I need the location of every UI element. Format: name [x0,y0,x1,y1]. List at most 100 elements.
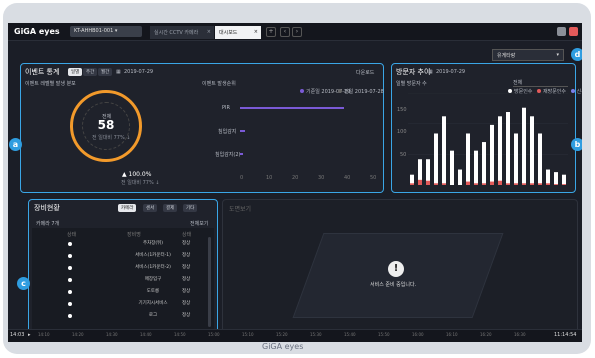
close-icon[interactable]: × [254,29,258,35]
equipment-tab-camera[interactable]: 카메라 [118,204,137,212]
table-row[interactable]: 로그 정상 [34,311,214,321]
period-weekly-button[interactable]: 주간 [83,68,98,76]
calendar-icon[interactable]: ▦ [428,69,433,75]
revisit-bar[interactable] [426,180,430,185]
status-dot [68,266,72,270]
rank-bar[interactable] [240,130,246,132]
camera-count: 카메라 7개 [36,221,60,227]
timeline-tick: 16:10 [446,332,458,337]
device-select[interactable]: KT-AHHB01-001 ▾ [70,26,142,37]
revisit-bar[interactable] [434,183,438,185]
tab-live-cctv[interactable]: 실시간 CCTV 카메라 × [150,26,214,39]
legend-prev-label: 전일 2019-07-28 [344,89,384,95]
visit-bar[interactable] [506,112,510,185]
visit-bar[interactable] [490,124,494,185]
table-row[interactable]: 기기지시서비스 정상 [34,299,214,309]
timeline-tick: 14:30 [106,332,118,337]
table-row[interactable]: 도토릉 정상 [34,287,214,297]
timeline-tick: 15:10 [242,332,254,337]
revisit-bar[interactable] [562,184,566,185]
visit-bar[interactable] [458,169,462,185]
user-icon[interactable] [569,27,578,36]
equipment-name: 서비스(1카운터-2) [135,265,171,270]
alert-icon: ! [388,261,404,277]
period-monthly-button[interactable]: 월간 [98,68,113,76]
chevron-left-icon[interactable]: ‹ [280,27,290,37]
period-daily-button[interactable]: 일별 [68,68,83,76]
visit-bar[interactable] [434,133,438,185]
close-icon[interactable]: × [207,29,211,35]
visitor-panel-title: 방문자 추이 [396,68,431,76]
table-scrollbar[interactable] [208,237,211,327]
visit-bar[interactable] [450,150,454,185]
visitor-filter-select[interactable]: 전체 [513,79,568,87]
visit-bar[interactable] [554,172,558,185]
revisit-bar[interactable] [474,183,478,185]
equipment-tab-payment[interactable]: 결제 [163,204,178,212]
visit-bar[interactable] [546,169,550,185]
visit-bar[interactable] [530,116,534,185]
equipment-status: 정상 [182,265,191,270]
top-bar: GiGA eyes KT-AHHB01-001 ▾ 실시간 CCTV 카메라 × … [8,23,582,41]
revisit-bar[interactable] [418,179,422,185]
tab-label: 실시간 CCTV 카메라 [154,30,199,36]
total-sub: 전 일대비 77% ↓ [92,135,131,141]
visit-bar[interactable] [538,133,542,185]
rank-x-tick: 40 [344,175,351,181]
visit-bar[interactable] [442,116,446,185]
visit-bar[interactable] [498,116,502,185]
visit-bar[interactable] [466,133,470,185]
visitor-date: 2019-07-29 [436,69,466,75]
rank-x-tick: 10 [266,175,273,181]
chevron-right-icon[interactable]: › [292,27,302,37]
legend-dot [338,89,342,93]
revisit-bar[interactable] [466,181,470,185]
play-icon[interactable]: ▸ [28,332,31,338]
store-select[interactable]: 유게타랑 ▾ [492,49,564,61]
timeline-start: 14:03 [10,332,25,338]
revisit-bar[interactable] [498,180,502,185]
revisit-bar[interactable] [482,183,486,185]
revisit-bar[interactable] [442,183,446,185]
table-row[interactable]: 매장입구 정상 [34,275,214,285]
revisit-bar[interactable] [538,183,542,185]
revisit-bar[interactable] [554,184,558,185]
revisit-bar[interactable] [530,183,534,185]
status-dot [68,302,72,306]
revisit-bar[interactable] [546,183,550,185]
visit-bar[interactable] [562,174,566,185]
total-value: 58 [97,118,115,132]
table-row[interactable]: 서비스(1카운터-2) 정상 [34,263,214,273]
visit-bar[interactable] [474,150,478,185]
revisit-bar[interactable] [410,183,414,185]
visit-bar[interactable] [522,107,526,185]
revisit-bar[interactable] [514,183,518,185]
equipment-tab-etc[interactable]: 기타 [183,204,198,212]
tab-dashboard[interactable]: 대시보드 × [215,26,261,39]
table-row[interactable]: 서비스(1카운터-1) 정상 [34,251,214,261]
status-dot [68,314,72,318]
rank-bar[interactable] [240,107,344,109]
legend-dot [300,89,304,93]
download-link[interactable]: 다운로드 [356,69,374,76]
equipment-name: 주차장(뒤) [142,241,164,246]
calendar-icon[interactable]: ▦ [116,69,121,75]
status-dot [68,254,72,258]
rank-bar[interactable] [240,153,243,155]
add-tab-button[interactable]: + [266,27,276,37]
equipment-status: 정상 [182,301,191,306]
column-header: 장비명 [127,232,141,238]
timeline-tick: 16:20 [480,332,492,337]
visit-bar[interactable] [514,133,518,185]
visit-bar[interactable] [482,142,486,185]
app-screen: GiGA eyes KT-AHHB01-001 ▾ 실시간 CCTV 카메라 × … [8,23,582,342]
settings-icon[interactable] [557,27,566,36]
timeline-bar[interactable] [8,329,582,342]
revisit-bar[interactable] [522,183,526,185]
revisit-bar[interactable] [506,183,510,185]
revisit-bar[interactable] [490,181,494,185]
view-all-link[interactable]: 전체보기 [190,220,208,227]
equipment-status: 정상 [182,289,191,294]
table-row[interactable]: 주차장(뒤) 정상 [34,239,214,249]
equipment-tab-sensor[interactable]: 센서 [143,204,158,212]
